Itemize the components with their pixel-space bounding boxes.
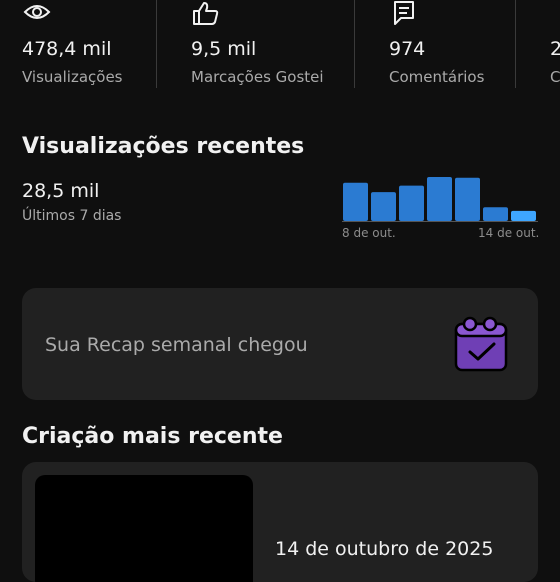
stat-value: 2 [550, 38, 560, 60]
stat-value: 478,4 mil [22, 38, 112, 60]
chart-bar[interactable] [455, 177, 480, 221]
latest-creation-card[interactable]: 14 de outubro de 2025 [22, 462, 538, 582]
chart-bar[interactable] [511, 210, 536, 221]
chart-tick-start: 8 de out. [342, 226, 396, 240]
video-thumbnail[interactable] [35, 475, 253, 582]
chart-bar[interactable] [371, 192, 396, 221]
creation-date: 14 de outubro de 2025 [275, 538, 494, 560]
recent-views-title: Visualizações recentes [22, 134, 305, 159]
divider [156, 0, 157, 88]
weekly-recap-card[interactable]: Sua Recap semanal chegou [22, 288, 538, 400]
divider [354, 0, 355, 88]
divider [515, 0, 516, 88]
stat-label: C [550, 68, 560, 86]
stat-label: Marcações Gostei [191, 68, 324, 86]
chart-bar[interactable] [427, 177, 452, 221]
eye-icon [22, 0, 52, 30]
recent-views-value: 28,5 mil [22, 180, 100, 202]
chart-bar[interactable] [483, 207, 508, 221]
latest-creation-title: Criação mais recente [22, 424, 283, 449]
chart-bar[interactable] [343, 182, 368, 221]
comment-icon [389, 0, 419, 30]
stat-label: Visualizações [22, 68, 123, 86]
stats-row: 478,4 mil Visualizações 9,5 mil Marcaçõe… [0, 0, 560, 92]
stat-value: 974 [389, 38, 426, 60]
thumbs-up-icon [191, 0, 221, 30]
chart-tick-end: 14 de out. [478, 226, 540, 240]
recent-views-period: Últimos 7 dias [22, 208, 122, 224]
chart-axis [342, 221, 538, 222]
stat-label: Comentários [389, 68, 485, 86]
chart-bar[interactable] [399, 185, 424, 221]
calendar-check-icon [450, 312, 514, 380]
recap-text: Sua Recap semanal chegou [45, 334, 308, 356]
stat-value: 9,5 mil [191, 38, 257, 60]
